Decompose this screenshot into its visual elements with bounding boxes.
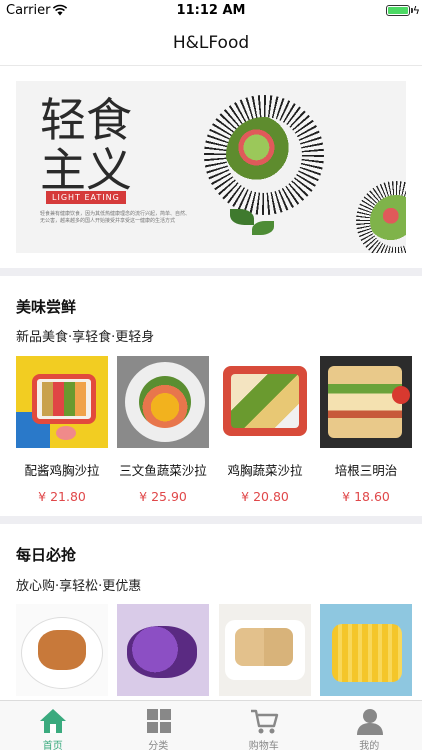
battery-icon bbox=[386, 5, 410, 16]
section-subtitle: 放心购·享轻松·更优惠 bbox=[16, 579, 142, 594]
product-card[interactable] bbox=[16, 604, 108, 696]
person-icon bbox=[356, 709, 383, 735]
tab-label: 购物车 bbox=[248, 741, 279, 750]
product-image bbox=[219, 356, 311, 448]
promo-banner[interactable]: 轻食主义 LIGHT EATING 轻食兼有健康饮食，因为其低热健康理念的流行兴… bbox=[16, 81, 406, 253]
section-divider bbox=[0, 516, 422, 524]
product-row-new: 配酱鸡胸沙拉 ¥ 21.80 三文鱼蔬菜沙拉 ¥ 25.90 鸡胸蔬菜沙拉 ¥ … bbox=[16, 356, 412, 506]
product-price: ¥ 20.80 bbox=[241, 489, 289, 504]
tab-profile[interactable]: 我的 bbox=[317, 701, 422, 750]
home-icon bbox=[40, 709, 66, 733]
product-card[interactable]: 三文鱼蔬菜沙拉 ¥ 25.90 bbox=[117, 356, 209, 504]
product-name: 配酱鸡胸沙拉 bbox=[24, 463, 100, 478]
section-divider bbox=[0, 268, 422, 276]
grid-icon bbox=[146, 709, 171, 733]
product-row-daily bbox=[16, 604, 412, 700]
tab-label: 首页 bbox=[42, 741, 63, 750]
tab-bar: 首页 分类 购物车 我的 bbox=[0, 700, 422, 750]
page-title: H&LFood bbox=[172, 33, 250, 53]
product-image bbox=[320, 356, 412, 448]
banner-subtitle: LIGHT EATING bbox=[46, 191, 126, 204]
product-image bbox=[320, 604, 412, 696]
section-subtitle: 新品美食·享轻食·更轻身 bbox=[16, 330, 155, 345]
section-title: 美味尝鲜 bbox=[16, 298, 77, 316]
banner-description: 轻食兼有健康饮食，因为其低热健康理念的流行兴起，简单、自然、无公害，越来越多的国… bbox=[40, 211, 191, 224]
salad-bowl-image bbox=[204, 95, 324, 215]
product-card[interactable] bbox=[219, 604, 311, 696]
product-price: ¥ 18.60 bbox=[342, 489, 390, 504]
salad-bowl-image-small bbox=[356, 181, 406, 253]
product-image bbox=[16, 356, 108, 448]
tab-home[interactable]: 首页 bbox=[0, 701, 106, 750]
product-image bbox=[117, 356, 209, 448]
product-card[interactable] bbox=[320, 604, 412, 696]
product-price: ¥ 21.80 bbox=[38, 489, 86, 504]
product-image bbox=[117, 604, 209, 696]
product-image bbox=[16, 604, 108, 696]
product-name: 三文鱼蔬菜沙拉 bbox=[119, 463, 207, 478]
product-name: 鸡胸蔬菜沙拉 bbox=[227, 463, 303, 478]
product-name: 培根三明治 bbox=[334, 463, 398, 478]
product-price: ¥ 25.90 bbox=[139, 489, 187, 504]
leaf-decoration bbox=[230, 209, 254, 225]
product-card[interactable]: 培根三明治 ¥ 18.60 bbox=[320, 356, 412, 504]
product-card[interactable] bbox=[117, 604, 209, 696]
clock: 11:12 AM bbox=[176, 3, 246, 18]
section-title: 每日必抢 bbox=[16, 546, 77, 564]
product-card[interactable]: 鸡胸蔬菜沙拉 ¥ 20.80 bbox=[219, 356, 311, 504]
tab-label: 分类 bbox=[148, 741, 169, 750]
tab-category[interactable]: 分类 bbox=[106, 701, 212, 750]
tab-label: 我的 bbox=[359, 741, 380, 750]
status-bar: Carrier 11:12 AM ϟ bbox=[0, 0, 422, 22]
tab-cart[interactable]: 购物车 bbox=[211, 701, 317, 750]
product-card[interactable]: 配酱鸡胸沙拉 ¥ 21.80 bbox=[16, 356, 108, 504]
product-image bbox=[219, 604, 311, 696]
leaf-decoration bbox=[252, 221, 274, 235]
navigation-bar: H&LFood bbox=[0, 22, 422, 66]
charging-icon: ϟ bbox=[412, 4, 420, 17]
banner-title: 轻食主义 bbox=[40, 93, 132, 197]
cart-icon bbox=[251, 709, 279, 734]
